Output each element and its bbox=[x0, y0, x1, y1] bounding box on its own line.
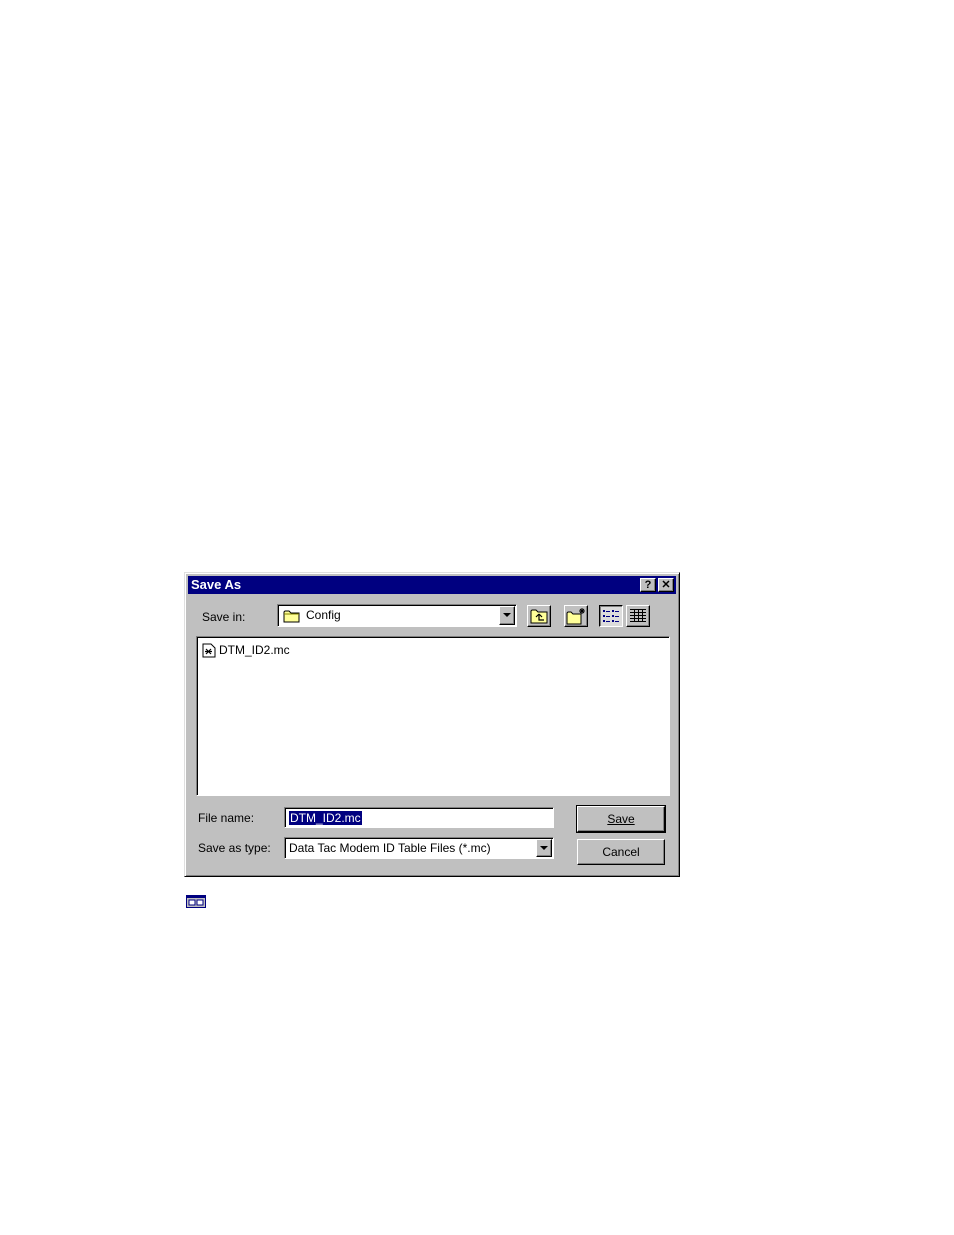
save-button[interactable]: Save bbox=[576, 805, 666, 833]
help-glyph: ? bbox=[644, 579, 652, 591]
save-button-label: Save bbox=[607, 812, 635, 826]
save-as-type-dropdown[interactable]: Data Tac Modem ID Table Files (*.mc) bbox=[284, 837, 554, 859]
list-view-button[interactable] bbox=[599, 605, 623, 627]
list-item[interactable]: DTM_ID2.mc bbox=[202, 642, 290, 658]
file-name-label: File name: bbox=[198, 811, 255, 825]
dialog-title: Save As bbox=[191, 577, 242, 592]
up-one-level-button[interactable] bbox=[527, 605, 551, 627]
folder-icon bbox=[283, 610, 300, 623]
file-name-text: DTM_ID2.mc bbox=[219, 643, 290, 657]
file-name-input[interactable]: DTM_ID2.mc bbox=[284, 807, 554, 828]
save-as-type-dropdown-arrow[interactable] bbox=[536, 839, 552, 857]
file-list[interactable]: DTM_ID2.mc bbox=[196, 636, 670, 796]
close-icon: ✕ bbox=[661, 579, 671, 591]
details-view-button[interactable] bbox=[626, 605, 650, 627]
file-name-value: DTM_ID2.mc bbox=[289, 811, 362, 825]
save-in-value: Config bbox=[306, 608, 341, 622]
file-icon bbox=[202, 643, 216, 657]
save-as-type-value: Data Tac Modem ID Table Files (*.mc) bbox=[289, 841, 491, 855]
up-one-level-icon bbox=[530, 609, 548, 624]
new-folder-icon bbox=[566, 608, 585, 625]
close-button[interactable]: ✕ bbox=[658, 578, 674, 592]
save-in-dropdown-arrow[interactable] bbox=[499, 606, 515, 625]
save-as-dialog: Save As ? ✕ Save in: Config DTM_ID2.mc F… bbox=[184, 572, 680, 877]
save-in-dropdown[interactable]: Config bbox=[277, 604, 517, 627]
save-in-label: Save in: bbox=[202, 610, 246, 624]
dialog-window-icon bbox=[186, 895, 206, 908]
cancel-button-label: Cancel bbox=[602, 845, 640, 859]
cancel-button[interactable]: Cancel bbox=[577, 839, 665, 865]
list-view-icon bbox=[603, 610, 619, 622]
new-folder-button[interactable] bbox=[564, 605, 588, 627]
save-as-type-label: Save as type: bbox=[198, 841, 271, 855]
title-bar[interactable]: Save As ? ✕ bbox=[188, 576, 676, 594]
details-view-icon bbox=[630, 609, 646, 622]
help-button[interactable]: ? bbox=[640, 578, 656, 592]
